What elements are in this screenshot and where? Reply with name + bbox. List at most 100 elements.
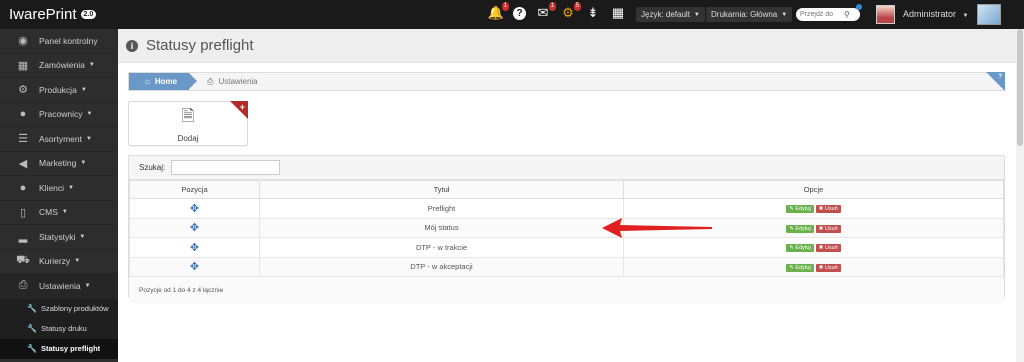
column-position[interactable]: Pozycja <box>129 180 260 199</box>
version-badge: 2.0 <box>80 10 97 19</box>
chevron-down-icon: ▼ <box>88 62 95 69</box>
printer-icon: ⎙ <box>18 279 28 292</box>
mail-badge: 1 <box>548 2 556 11</box>
printer-dropdown[interactable]: Drukarnia: Główna ▼ <box>706 7 793 22</box>
chevron-down-icon: ▼ <box>86 111 93 118</box>
title-cell: Preflight <box>259 198 624 219</box>
edit-button[interactable]: ✎ Edytuj <box>786 205 814 214</box>
main-content: i Statusy preflight ⌂ Home ⎙ Ustawienia ? … <box>118 29 1016 362</box>
wrench-icon: 🔧 <box>27 304 37 313</box>
sidebar-item-label: Asortyment <box>39 133 82 144</box>
sidebar-item-assortment[interactable]: ☰ Asortyment ▼ <box>0 127 118 152</box>
top-navbar: IwarePrint 2.0 🔔 1 ? ✉ 1 ⚙ 5 ⇟ ▦ Język: def… <box>0 0 1024 29</box>
help-icon[interactable]: ? <box>513 6 526 20</box>
sidebar-item-statistics[interactable]: ▂ Statystyki ▼ <box>0 225 118 250</box>
move-cell: ✥ <box>129 237 260 258</box>
add-button[interactable]: 🗎 Dodaj + <box>128 101 248 146</box>
user-icon: ● <box>19 108 27 121</box>
move-cell: ✥ <box>129 256 260 277</box>
mail-icon[interactable]: ✉ 1 <box>535 2 556 22</box>
client-icon: ● <box>19 181 27 194</box>
truck-icon: ⛟ <box>16 254 30 267</box>
sidebar-item-couriers[interactable]: ⛟ Kurierzy ▼ <box>0 250 118 274</box>
annotation-arrow-icon <box>602 218 712 238</box>
move-icon[interactable]: ✥ <box>190 222 199 234</box>
move-cell: ✥ <box>129 217 260 238</box>
list-icon: ☰ <box>18 133 28 146</box>
breadcrumb-current[interactable]: ⎙ Ustawienia <box>207 77 258 87</box>
sidebar-item-label: Klienci <box>39 182 65 193</box>
sidebar-item-cms[interactable]: ▯ CMS ▼ <box>0 201 118 225</box>
table-header-row: Pozycja Tytuł Opcje <box>129 180 1004 199</box>
search-input[interactable] <box>171 160 281 175</box>
help-icon[interactable]: ? <box>998 74 1002 80</box>
delete-button[interactable]: ✖ Usuń <box>815 244 841 253</box>
edit-button[interactable]: ✎ Edytuj <box>786 244 814 253</box>
sidebar-subitem-preflight-statuses[interactable]: 🔧 Statusy preflight <box>0 338 118 359</box>
sidebar-item-label: Pracownicy <box>39 109 83 120</box>
edit-button[interactable]: ✎ Edytuj <box>786 224 814 233</box>
sidebar-item-employees[interactable]: ● Pracownicy ▼ <box>0 103 118 127</box>
move-icon[interactable]: ✥ <box>190 203 199 215</box>
chevron-down-icon: ▼ <box>68 184 74 191</box>
table-icon: ▦ <box>17 59 29 72</box>
breadcrumb-home-label: Home <box>154 77 178 86</box>
sidebar-item-label: CMS <box>39 207 58 218</box>
chevron-down-icon: ▼ <box>84 282 91 289</box>
bell-icon[interactable]: 🔔 1 <box>488 2 509 22</box>
sort-icon[interactable]: ⇟ <box>585 4 601 22</box>
goto-search[interactable]: ⚲ <box>796 8 860 21</box>
sidebar-subitem-label: Statusy druku <box>41 324 87 333</box>
wrench-icon: 🔧 <box>27 344 37 353</box>
scrollbar-thumb[interactable] <box>1017 29 1023 146</box>
search-icon[interactable]: ⚲ <box>844 10 850 19</box>
language-flag-icon[interactable] <box>977 4 1001 25</box>
search-label: Szukaj: <box>139 163 166 172</box>
statuses-table: Pozycja Tytuł Opcje ✥ Preflight ✎ Edytuj… <box>129 180 1004 277</box>
sidebar-item-marketing[interactable]: ◀ Marketing ▼ <box>0 152 118 176</box>
language-label: Język: default <box>641 10 690 19</box>
sidebar-item-panel[interactable]: ◉ Panel kontrolny <box>0 29 118 54</box>
gear-badge: 5 <box>573 2 581 11</box>
options-cell: ✎ Edytuj ✖ Usuń <box>623 256 1004 277</box>
sidebar-item-label: Ustawienia <box>39 280 81 291</box>
delete-button[interactable]: ✖ Usuń <box>815 263 841 272</box>
sidebar-item-production[interactable]: ⚙ Produkcja ▼ <box>0 78 118 103</box>
document-icon: 🗎 <box>181 107 195 125</box>
column-title[interactable]: Tytuł <box>259 180 624 199</box>
goto-search-input[interactable] <box>800 11 844 18</box>
move-icon[interactable]: ✥ <box>190 261 199 273</box>
gear-icon[interactable]: ⚙ 5 <box>560 2 581 22</box>
sidebar-item-label: Panel kontrolny <box>39 35 98 46</box>
language-dropdown[interactable]: Język: default ▼ <box>636 7 705 22</box>
sidebar-subitem-print-statuses[interactable]: 🔧 Statusy druku <box>0 318 118 339</box>
page-title: Statusy preflight <box>146 37 254 54</box>
avatar[interactable] <box>876 5 895 24</box>
printer-icon: ⎙ <box>207 76 214 86</box>
move-icon[interactable]: ✥ <box>190 242 199 254</box>
qr-icon[interactable]: ▦ <box>610 4 626 22</box>
delete-button[interactable]: ✖ Usuń <box>815 224 841 233</box>
chevron-down-icon: ▼ <box>79 233 86 240</box>
table-row: ✥ Preflight ✎ Edytuj ✖ Usuń <box>129 198 1004 219</box>
dashboard-icon: ◉ <box>18 35 28 48</box>
table-row: ✥ Mój status ✎ Edytuj ✖ Usuń <box>129 217 1004 238</box>
sidebar-item-clients[interactable]: ● Klienci ▼ <box>0 176 118 201</box>
search-notification-dot <box>856 4 862 10</box>
sidebar-item-label: Kurierzy <box>39 256 71 267</box>
title-cell: Mój status <box>259 217 624 238</box>
user-menu[interactable]: Administrator ▼ <box>903 9 968 19</box>
breadcrumb-home[interactable]: ⌂ Home <box>129 73 198 90</box>
sidebar-subitem-product-templates[interactable]: 🔧 Szablony produktów <box>0 298 118 319</box>
sidebar-item-orders[interactable]: ▦ Zamówienia ▼ <box>0 54 118 78</box>
delete-button[interactable]: ✖ Usuń <box>815 205 841 214</box>
edit-button[interactable]: ✎ Edytuj <box>786 263 814 272</box>
help-corner[interactable] <box>986 72 1005 91</box>
brand-logo[interactable]: IwarePrint 2.0 <box>0 6 120 23</box>
column-options[interactable]: Opcje <box>623 180 1004 199</box>
sidebar-item-settings[interactable]: ⎙ Ustawienia ▼ <box>0 274 118 299</box>
table-row: ✥ DTP - w akceptacji ✎ Edytuj ✖ Usuń <box>129 256 1004 277</box>
home-icon: ⌂ <box>145 77 150 86</box>
user-name: Administrator <box>903 9 957 19</box>
sidebar: ◉ Panel kontrolny ▦ Zamówienia ▼ ⚙ Produkcja… <box>0 29 118 362</box>
